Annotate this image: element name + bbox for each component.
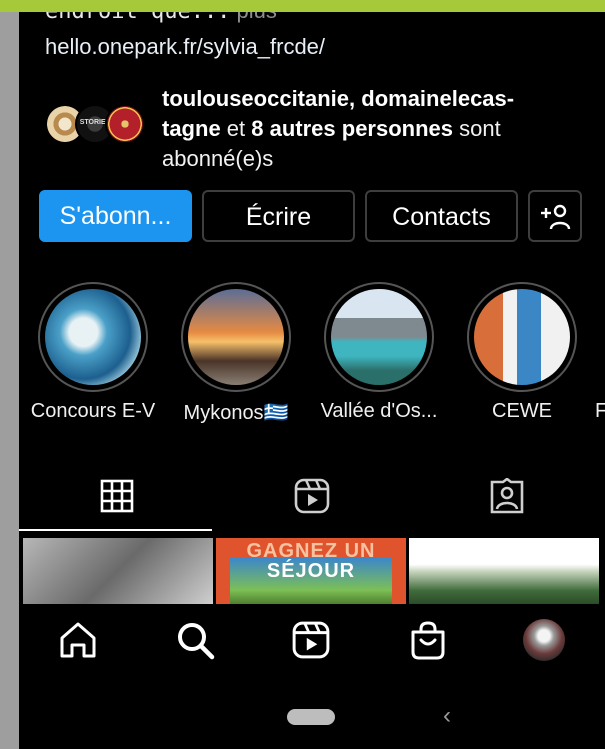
add-user-icon <box>541 204 571 230</box>
followed-by-others: 8 autres personnes <box>251 116 454 141</box>
post-text-line2: SÉJOUR <box>266 560 356 582</box>
nav-search[interactable] <box>173 618 217 662</box>
shop-icon <box>411 621 445 660</box>
tab-tagged[interactable] <box>409 462 604 530</box>
highlight-label-partial: F <box>595 400 605 422</box>
bio-more-link[interactable]: plus <box>230 12 277 23</box>
bio-text: endroit que... <box>45 12 230 24</box>
bottom-nav <box>19 604 605 674</box>
post-thumbnail[interactable] <box>23 538 213 604</box>
posts-grid: GAGNEZ UN SÉJOUR <box>19 532 605 604</box>
system-nav-bar: ‹ <box>19 674 605 749</box>
highlight-ring <box>181 282 291 392</box>
profile-tabs <box>19 462 605 532</box>
followed-by-conj: et <box>220 116 252 141</box>
search-icon <box>178 623 215 660</box>
profile-avatar <box>523 619 565 661</box>
reels-icon <box>292 621 330 659</box>
highlight-item[interactable]: CEWE <box>466 282 578 422</box>
tab-reels[interactable] <box>214 462 409 530</box>
post-thumbnail[interactable]: GAGNEZ UN SÉJOUR <box>216 538 406 604</box>
highlight-cover <box>474 289 570 385</box>
tagged-icon <box>490 478 523 514</box>
followed-by-text: toulouseoccitanie, domainelecas- tagne e… <box>162 84 592 174</box>
highlight-item[interactable]: Vallée d'Os... <box>321 282 437 422</box>
bio-link[interactable]: hello.onepark.fr/sylvia_frcde/ <box>45 34 325 60</box>
highlight-item[interactable]: Concours E-V <box>31 282 155 422</box>
highlight-ring <box>324 282 434 392</box>
top-color-bar <box>0 0 605 12</box>
reels-icon <box>294 478 329 514</box>
highlight-ring <box>38 282 148 392</box>
phone-screen: endroit que... plus hello.onepark.fr/syl… <box>19 12 605 749</box>
back-icon[interactable]: ‹ <box>443 702 451 730</box>
highlight-label: Concours E-V <box>30 400 156 422</box>
followed-by[interactable]: STORIES toulouseoccitanie, domainelecas-… <box>45 84 605 180</box>
home-gesture-pill[interactable] <box>287 709 335 725</box>
highlight-cover <box>188 289 284 385</box>
tab-posts[interactable] <box>19 462 214 530</box>
active-tab-indicator <box>19 529 212 531</box>
highlight-label: Mykonos🇬🇷 <box>183 402 289 424</box>
highlight-label: CEWE <box>492 400 552 422</box>
highlight-label: Vallée d'Os... <box>320 400 438 422</box>
nav-reels[interactable] <box>289 618 333 662</box>
nav-profile[interactable] <box>522 618 566 662</box>
follower-avatar-3 <box>105 104 145 144</box>
nav-shop[interactable] <box>406 618 450 662</box>
bio-text-cut: endroit que... plus <box>45 12 277 24</box>
highlight-cover <box>331 289 427 385</box>
highlight-ring <box>467 282 577 392</box>
subscribe-button[interactable]: S'abonn... <box>39 190 192 242</box>
home-icon <box>60 622 96 658</box>
suggest-users-button[interactable] <box>528 190 582 242</box>
highlight-item[interactable]: Mykonos🇬🇷 <box>180 282 292 424</box>
contacts-button[interactable]: Contacts <box>365 190 518 242</box>
highlight-cover <box>45 289 141 385</box>
follower-names-line1: toulouseoccitanie, domainelecas- <box>162 86 515 111</box>
grid-icon <box>100 479 133 513</box>
nav-home[interactable] <box>56 618 100 662</box>
post-thumbnail[interactable] <box>409 538 599 604</box>
follower-names-line2: tagne <box>162 116 221 141</box>
write-button[interactable]: Écrire <box>202 190 355 242</box>
